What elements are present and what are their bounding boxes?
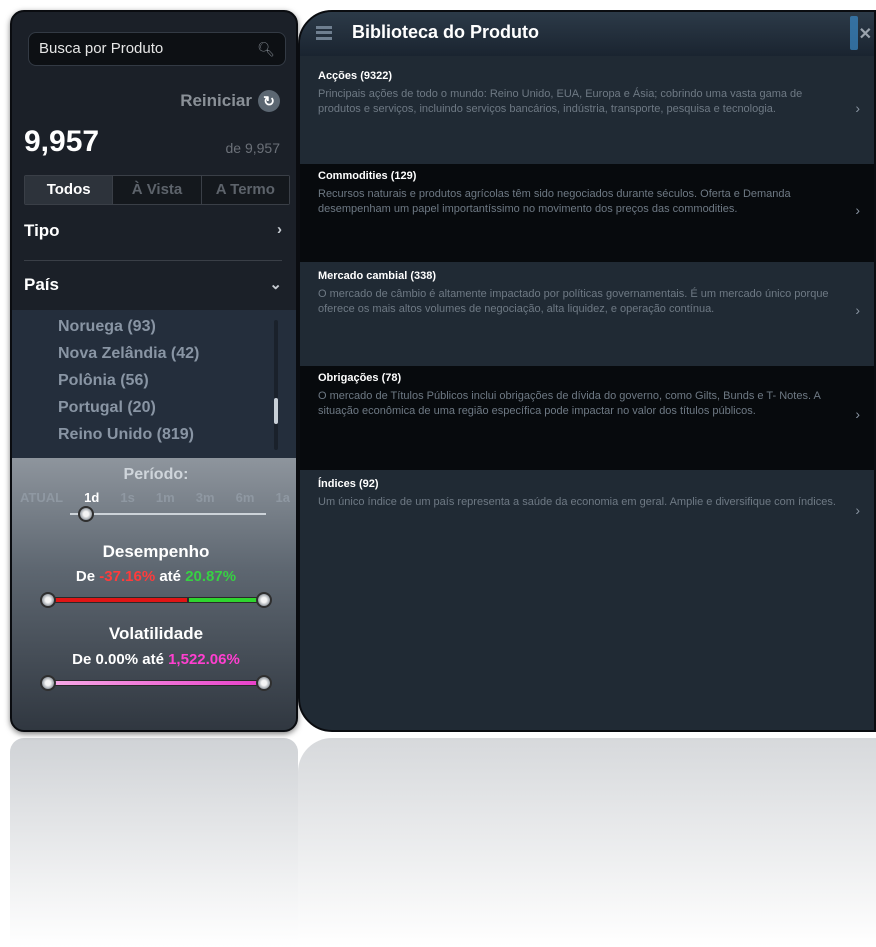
filter-pais[interactable]: País ⌄: [24, 275, 282, 295]
country-item[interactable]: Portugal (20): [58, 399, 156, 417]
desempenho-title: Desempenho: [102, 542, 210, 561]
desempenho-min: -37.16%: [99, 568, 156, 585]
library-item-mercado-cambial[interactable]: Mercado cambial (338) O mercado de câmbi…: [300, 264, 874, 366]
country-item[interactable]: Polônia (56): [58, 372, 149, 390]
desempenho-bar-positive: [188, 597, 264, 603]
tab-a-termo[interactable]: A Termo: [201, 176, 289, 204]
country-scrollbar[interactable]: [274, 320, 278, 450]
filter-pais-label: País: [24, 275, 59, 294]
chevron-right-icon: ›: [855, 100, 860, 116]
library-item-title: Mercado cambial (338): [318, 270, 436, 282]
refresh-icon[interactable]: ↻: [258, 90, 280, 112]
chevron-right-icon: ›: [855, 502, 860, 518]
volatilidade-title: Volatilidade: [108, 624, 204, 643]
filter-tipo[interactable]: Tipo ›: [24, 221, 282, 241]
desempenho-max: 20.87%: [185, 568, 237, 585]
periodo-options: ATUAL 1d 1s 1m 3m 6m 1a: [20, 490, 290, 505]
chevron-right-icon: ›: [855, 406, 860, 422]
filter-tipo-label: Tipo: [24, 221, 60, 240]
library-item-indices[interactable]: Índices (92) Um único índice de um país …: [300, 472, 874, 552]
chevron-down-icon: ⌄: [269, 276, 282, 293]
library-item-title: Obrigações (78): [318, 372, 402, 384]
volatilidade-min: 0.00%: [95, 651, 139, 668]
chevron-right-icon: ›: [855, 202, 860, 218]
search-input[interactable]: Busca por Produto 🔍︎: [28, 32, 286, 66]
library-item-description: Principais ações de todo o mundo: Reino …: [318, 88, 803, 115]
period-option[interactable]: ATUAL: [20, 490, 63, 505]
library-item-title: Acções (9322): [318, 70, 392, 82]
panel-reflection: [298, 738, 876, 947]
result-count: 9,957: [24, 125, 100, 158]
volatilidade-max: 1,522.06%: [168, 651, 240, 668]
volatilidade-max-handle[interactable]: [256, 675, 272, 691]
library-item-description: O mercado de Títulos Públicos inclui obr…: [318, 390, 821, 417]
volatilidade-bar: [54, 680, 264, 686]
country-item[interactable]: Noruega (93): [58, 318, 156, 336]
library-item-description: Recursos naturais e produtos agrícolas t…: [318, 188, 791, 215]
range-filters: Período: ATUAL 1d 1s 1m 3m 6m 1a Desempe…: [12, 458, 296, 730]
chevron-right-icon: ›: [855, 302, 860, 318]
tab-todos[interactable]: Todos: [25, 176, 114, 204]
instrument-tabs: Todos À Vista A Termo: [24, 175, 290, 205]
period-option[interactable]: 6m: [236, 490, 255, 505]
search-placeholder: Busca por Produto: [39, 40, 164, 57]
library-item-title: Índices (92): [318, 478, 379, 490]
filter-panel: Busca por Produto 🔍︎ Reiniciar ↻ 9,957 d…: [10, 10, 298, 732]
chevron-right-icon: ›: [277, 221, 282, 238]
country-list: Noruega (93) Nova Zelândia (42) Polônia …: [12, 310, 296, 458]
periodo-title: Período:: [123, 466, 189, 483]
desempenho-range: De -37.16% até 20.87%: [12, 568, 296, 585]
header-scroll-indicator: [850, 16, 858, 50]
volatilidade-range: De 0.00% até 1,522.06%: [12, 651, 296, 668]
tab-a-vista[interactable]: À Vista: [113, 176, 202, 204]
library-item-title: Commodities (129): [318, 170, 417, 182]
panel-reflection: [10, 738, 298, 947]
country-scrollbar-thumb[interactable]: [274, 398, 278, 424]
library-item-description: Um único índice de um país representa a …: [318, 496, 836, 508]
search-icon[interactable]: 🔍︎: [257, 33, 275, 65]
period-option[interactable]: 1m: [156, 490, 175, 505]
reset-label: Reiniciar: [180, 91, 252, 110]
library-item-obrigacoes[interactable]: Obrigações (78) O mercado de Títulos Púb…: [300, 366, 874, 470]
volatilidade-to-label: até: [142, 651, 164, 668]
reset-button[interactable]: Reiniciar ↻: [180, 90, 280, 112]
close-icon[interactable]: ✕: [859, 24, 872, 44]
volatilidade-min-handle[interactable]: [40, 675, 56, 691]
divider: [24, 260, 282, 261]
period-option[interactable]: 1a: [276, 490, 290, 505]
desempenho-max-handle[interactable]: [256, 592, 272, 608]
country-item[interactable]: Nova Zelândia (42): [58, 345, 199, 363]
period-option[interactable]: 1s: [120, 490, 134, 505]
library-title: Biblioteca do Produto: [352, 22, 539, 42]
result-total: de 9,957: [225, 140, 281, 156]
library-item-commodities[interactable]: Commodities (129) Recursos naturais e pr…: [300, 164, 874, 262]
volatilidade-from-label: De: [72, 651, 92, 668]
periodo-slider-handle[interactable]: [78, 506, 94, 522]
library-item-accoes[interactable]: Acções (9322) Principais ações de todo o…: [300, 64, 874, 164]
period-option-selected[interactable]: 1d: [84, 490, 99, 505]
desempenho-to-label: até: [159, 568, 182, 585]
library-header: Biblioteca do Produto ✕: [300, 12, 874, 56]
library-item-description: O mercado de câmbio é altamente impactad…: [318, 288, 829, 315]
menu-icon[interactable]: [316, 26, 332, 40]
product-library-panel: Biblioteca do Produto ✕ Acções (9322) Pr…: [298, 10, 876, 732]
period-option[interactable]: 3m: [196, 490, 215, 505]
country-item[interactable]: Reino Unido (819): [58, 426, 194, 444]
desempenho-min-handle[interactable]: [40, 592, 56, 608]
periodo-slider-track[interactable]: [70, 513, 266, 515]
desempenho-bar-negative: [54, 597, 188, 603]
desempenho-from-label: De: [75, 568, 96, 585]
